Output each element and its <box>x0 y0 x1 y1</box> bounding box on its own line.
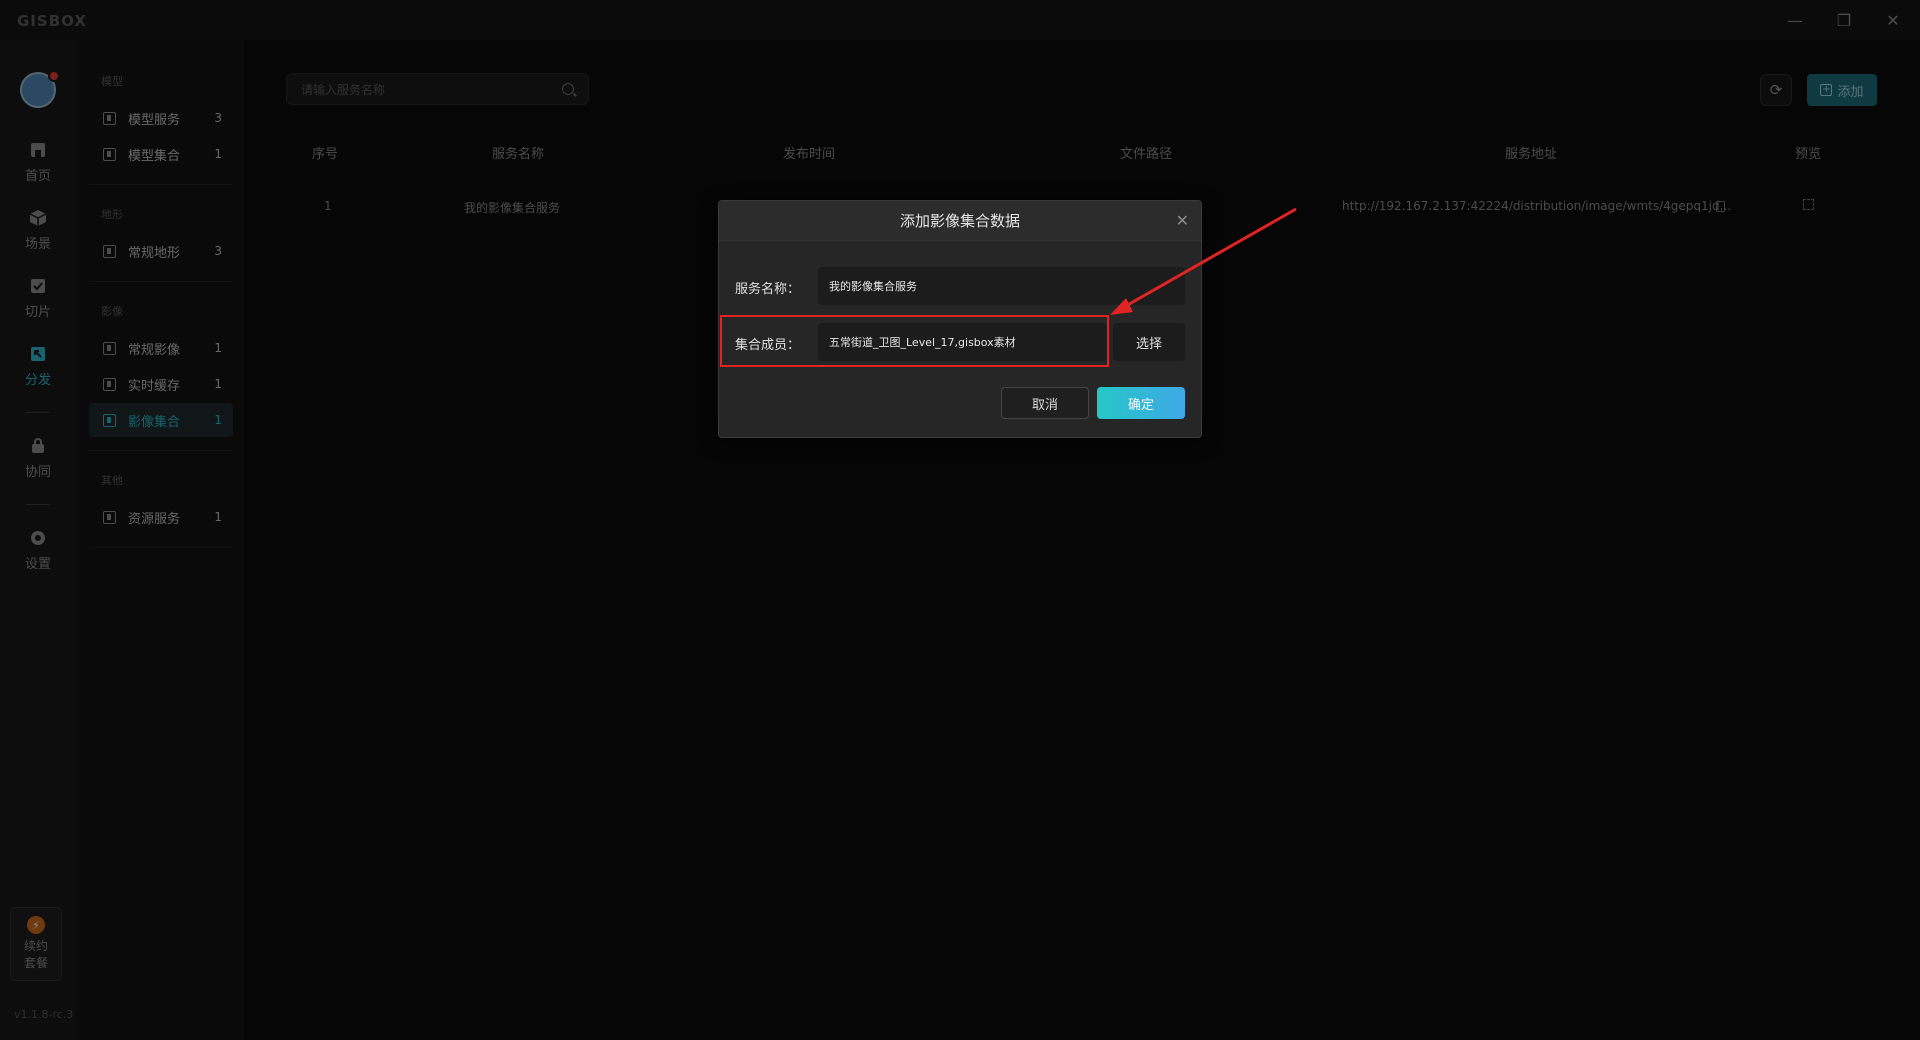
choose-button[interactable]: 选择 <box>1113 323 1185 361</box>
app-window: GISBOX — ❐ ✕ 首页 场景 切片 分发 协同 设置 ⚡ 续约 套餐 v… <box>0 0 1920 1040</box>
dialog-header: 添加影像集合数据 ✕ <box>719 201 1201 241</box>
modal-overlay <box>0 0 1920 1040</box>
highlight-annotation-box <box>720 315 1109 367</box>
dialog-title: 添加影像集合数据 <box>899 212 1020 230</box>
confirm-button[interactable]: 确定 <box>1097 387 1185 419</box>
cancel-button[interactable]: 取消 <box>1001 387 1089 419</box>
close-icon[interactable]: ✕ <box>1176 211 1189 230</box>
service-name-input[interactable]: 我的影像集合服务 <box>818 267 1185 305</box>
service-name-label: 服务名称： <box>735 282 801 297</box>
